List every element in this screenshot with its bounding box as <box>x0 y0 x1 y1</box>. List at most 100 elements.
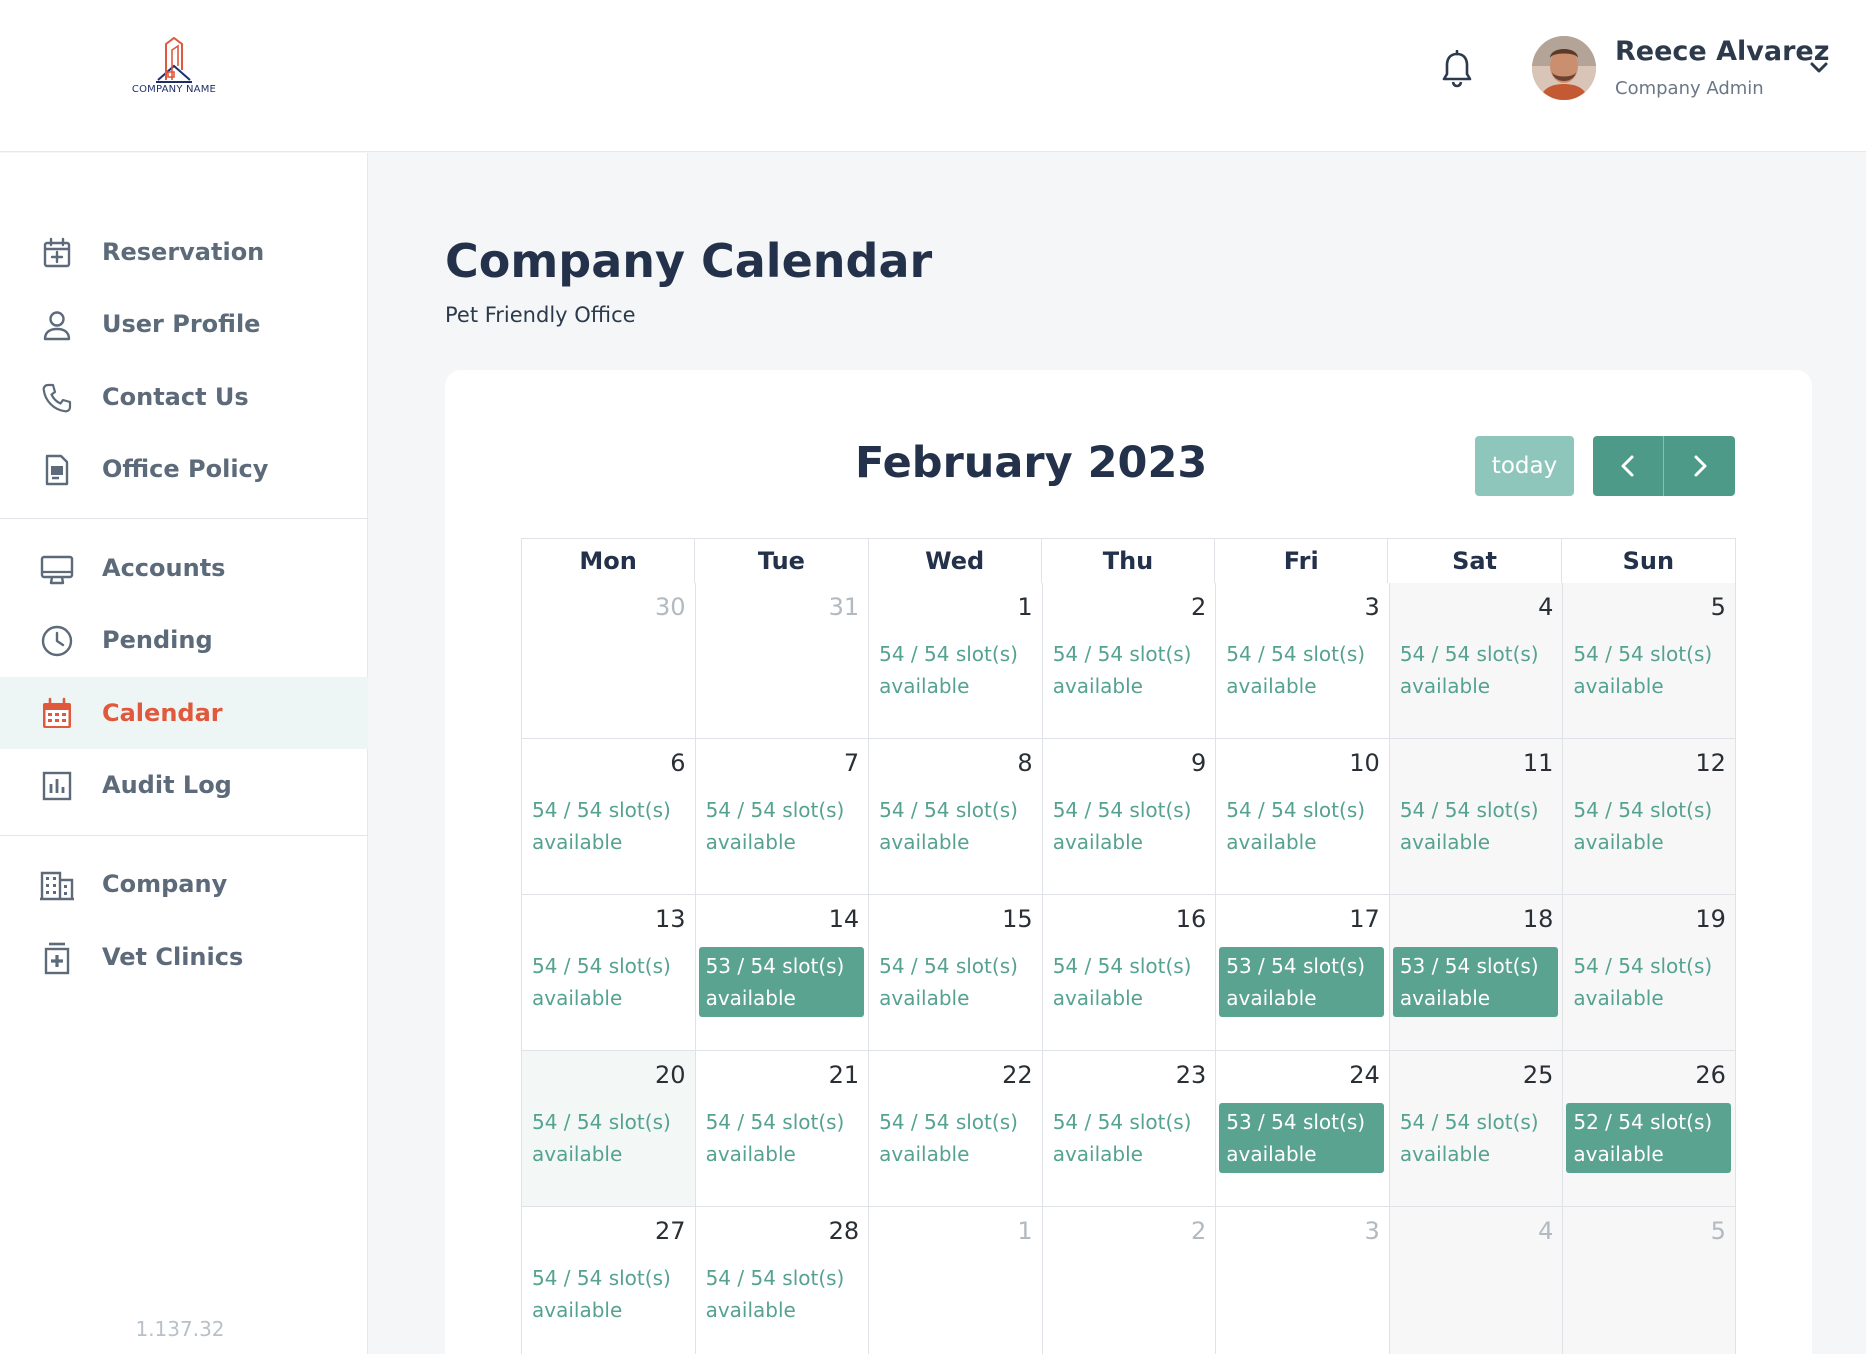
sidebar-item-calendar[interactable]: Calendar <box>0 677 368 749</box>
calendar-day-cell[interactable]: 3 54 / 54 slot(s) available <box>1215 583 1389 739</box>
calendar-day-cell[interactable]: 30 <box>521 583 695 739</box>
calendar-day-cell[interactable]: 19 54 / 54 slot(s) available <box>1562 895 1736 1051</box>
day-number[interactable]: 7 <box>844 749 859 777</box>
slot-availability-event[interactable]: 54 / 54 slot(s) available <box>1393 635 1558 705</box>
day-number[interactable]: 26 <box>1695 1061 1726 1089</box>
day-number[interactable]: 20 <box>655 1061 686 1089</box>
slot-availability-event[interactable]: 54 / 54 slot(s) available <box>525 1103 690 1173</box>
day-number[interactable]: 4 <box>1538 1217 1553 1245</box>
slot-availability-event[interactable]: 54 / 54 slot(s) available <box>872 947 1037 1017</box>
slot-availability-event[interactable]: 54 / 54 slot(s) available <box>699 1259 864 1329</box>
slot-availability-event[interactable]: 53 / 54 slot(s) available <box>1219 1103 1385 1173</box>
slot-availability-event[interactable]: 54 / 54 slot(s) available <box>1566 791 1731 861</box>
day-number[interactable]: 9 <box>1191 749 1206 777</box>
slot-availability-event[interactable]: 54 / 54 slot(s) available <box>1566 635 1731 705</box>
slot-availability-event[interactable]: 54 / 54 slot(s) available <box>1046 791 1211 861</box>
slot-availability-event[interactable]: 54 / 54 slot(s) available <box>1393 1103 1558 1173</box>
slot-availability-event[interactable]: 54 / 54 slot(s) available <box>1046 947 1211 1017</box>
calendar-day-cell[interactable]: 2 54 / 54 slot(s) available <box>1041 583 1216 739</box>
day-number[interactable]: 28 <box>829 1217 860 1245</box>
slot-availability-event[interactable]: 53 / 54 slot(s) available <box>1219 947 1385 1017</box>
slot-availability-event[interactable]: 53 / 54 slot(s) available <box>1392 947 1558 1017</box>
calendar-day-cell[interactable]: 6 54 / 54 slot(s) available <box>521 739 695 895</box>
day-number[interactable]: 23 <box>1176 1061 1207 1089</box>
slot-availability-event[interactable]: 54 / 54 slot(s) available <box>872 635 1037 705</box>
day-number[interactable]: 19 <box>1695 905 1726 933</box>
day-number[interactable]: 6 <box>670 749 685 777</box>
sidebar-item-audit-log[interactable]: Audit Log <box>0 749 368 821</box>
chevron-down-icon[interactable] <box>1808 58 1830 78</box>
day-number[interactable]: 22 <box>1002 1061 1033 1089</box>
next-month-button[interactable] <box>1664 436 1735 496</box>
calendar-day-cell[interactable]: 31 <box>694 583 869 739</box>
calendar-day-cell[interactable]: 13 54 / 54 slot(s) available <box>521 895 695 1051</box>
calendar-day-cell[interactable]: 27 54 / 54 slot(s) available <box>521 1207 695 1354</box>
calendar-day-cell[interactable]: 22 54 / 54 slot(s) available <box>868 1051 1042 1207</box>
calendar-day-cell[interactable]: 20 54 / 54 slot(s) available <box>521 1051 695 1207</box>
calendar-day-cell[interactable]: 23 54 / 54 slot(s) available <box>1041 1051 1216 1207</box>
calendar-day-cell[interactable]: 24 53 / 54 slot(s) available <box>1215 1051 1389 1207</box>
calendar-day-cell[interactable]: 7 54 / 54 slot(s) available <box>694 739 869 895</box>
calendar-day-cell[interactable]: 10 54 / 54 slot(s) available <box>1215 739 1389 895</box>
sidebar-item-contact-us[interactable]: Contact Us <box>0 361 368 433</box>
day-number[interactable]: 14 <box>829 905 860 933</box>
slot-availability-event[interactable]: 54 / 54 slot(s) available <box>1219 635 1384 705</box>
day-number[interactable]: 3 <box>1365 1217 1380 1245</box>
today-button[interactable]: today <box>1475 436 1574 496</box>
user-name[interactable]: Reece Alvarez <box>1615 36 1829 67</box>
day-number[interactable]: 16 <box>1176 905 1207 933</box>
calendar-day-cell[interactable]: 5 54 / 54 slot(s) available <box>1562 583 1736 739</box>
day-number[interactable]: 1 <box>1017 593 1032 621</box>
calendar-day-cell[interactable]: 11 54 / 54 slot(s) available <box>1388 739 1563 895</box>
calendar-day-cell[interactable]: 4 <box>1388 1207 1563 1354</box>
day-number[interactable]: 2 <box>1191 1217 1206 1245</box>
slot-availability-event[interactable]: 54 / 54 slot(s) available <box>525 791 690 861</box>
day-number[interactable]: 10 <box>1349 749 1380 777</box>
day-number[interactable]: 1 <box>1017 1217 1032 1245</box>
slot-availability-event[interactable]: 54 / 54 slot(s) available <box>525 947 690 1017</box>
slot-availability-event[interactable]: 54 / 54 slot(s) available <box>1046 635 1211 705</box>
sidebar-item-reservation[interactable]: Reservation <box>0 216 368 288</box>
slot-availability-event[interactable]: 54 / 54 slot(s) available <box>872 1103 1037 1173</box>
day-number[interactable]: 11 <box>1523 749 1554 777</box>
day-number[interactable]: 17 <box>1349 905 1380 933</box>
calendar-day-cell[interactable]: 12 54 / 54 slot(s) available <box>1562 739 1736 895</box>
day-number[interactable]: 18 <box>1523 905 1554 933</box>
sidebar-item-company[interactable]: Company <box>0 848 368 920</box>
day-number[interactable]: 3 <box>1365 593 1380 621</box>
slot-availability-event[interactable]: 54 / 54 slot(s) available <box>1046 1103 1211 1173</box>
day-number[interactable]: 8 <box>1017 749 1032 777</box>
day-number[interactable]: 21 <box>829 1061 860 1089</box>
calendar-day-cell[interactable]: 1 <box>868 1207 1042 1354</box>
sidebar-item-accounts[interactable]: Accounts <box>0 532 368 604</box>
sidebar-item-vet-clinics[interactable]: Vet Clinics <box>0 921 368 993</box>
notification-bell-icon[interactable] <box>1440 49 1474 88</box>
sidebar-item-office-policy[interactable]: Office Policy <box>0 433 368 505</box>
calendar-day-cell[interactable]: 25 54 / 54 slot(s) available <box>1388 1051 1563 1207</box>
calendar-day-cell[interactable]: 17 53 / 54 slot(s) available <box>1215 895 1389 1051</box>
slot-availability-event[interactable]: 54 / 54 slot(s) available <box>699 791 864 861</box>
day-number[interactable]: 13 <box>655 905 686 933</box>
day-number[interactable]: 24 <box>1349 1061 1380 1089</box>
calendar-day-cell[interactable]: 1 54 / 54 slot(s) available <box>868 583 1042 739</box>
day-number[interactable]: 5 <box>1711 1217 1726 1245</box>
slot-availability-event[interactable]: 54 / 54 slot(s) available <box>1566 947 1731 1017</box>
calendar-day-cell[interactable]: 9 54 / 54 slot(s) available <box>1041 739 1216 895</box>
calendar-day-cell[interactable]: 3 <box>1215 1207 1389 1354</box>
day-number[interactable]: 30 <box>655 593 686 621</box>
day-number[interactable]: 15 <box>1002 905 1033 933</box>
slot-availability-event[interactable]: 53 / 54 slot(s) available <box>698 947 864 1017</box>
day-number[interactable]: 4 <box>1538 593 1553 621</box>
slot-availability-event[interactable]: 52 / 54 slot(s) available <box>1566 1103 1732 1173</box>
slot-availability-event[interactable]: 54 / 54 slot(s) available <box>1219 791 1384 861</box>
day-number[interactable]: 5 <box>1711 593 1726 621</box>
calendar-day-cell[interactable]: 5 <box>1562 1207 1736 1354</box>
sidebar-item-user-profile[interactable]: User Profile <box>0 288 368 360</box>
company-logo[interactable]: COMPANY NAME <box>126 36 222 102</box>
day-number[interactable]: 12 <box>1695 749 1726 777</box>
slot-availability-event[interactable]: 54 / 54 slot(s) available <box>699 1103 864 1173</box>
calendar-day-cell[interactable]: 16 54 / 54 slot(s) available <box>1041 895 1216 1051</box>
user-avatar[interactable] <box>1532 36 1596 100</box>
day-number[interactable]: 2 <box>1191 593 1206 621</box>
prev-month-button[interactable] <box>1593 436 1664 496</box>
